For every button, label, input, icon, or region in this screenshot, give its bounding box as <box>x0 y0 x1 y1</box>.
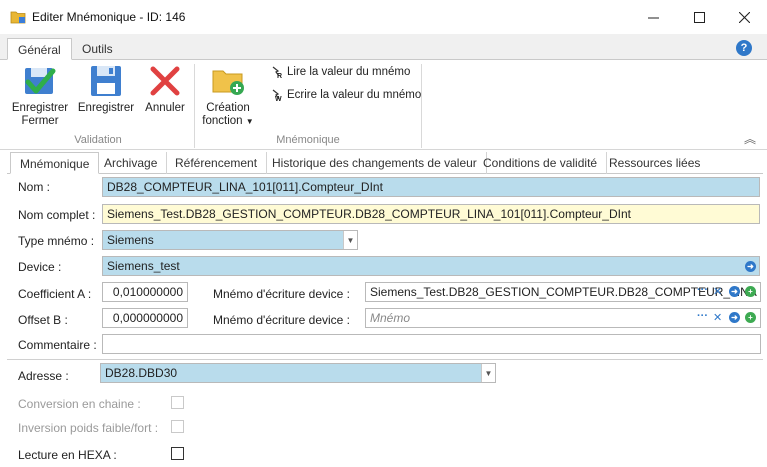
cancel-button[interactable]: Annuler <box>140 62 190 122</box>
save-close-label-2: Fermer <box>21 115 59 127</box>
help-icon[interactable]: ? <box>736 40 752 56</box>
cancel-label: Annuler <box>145 102 185 114</box>
offset-b-label: Offset B : <box>18 313 68 327</box>
goto-icon[interactable]: ➜ <box>729 286 740 297</box>
folder-icon <box>10 11 26 24</box>
save-label: Enregistrer <box>77 102 135 114</box>
read-icon: R <box>272 66 282 79</box>
device-label: Device : <box>18 260 62 274</box>
lecture-hexa-checkbox[interactable] <box>171 447 184 460</box>
maximize-button[interactable] <box>676 0 722 34</box>
read-value-label: Lire la valeur du mnémo <box>287 66 411 78</box>
detail-tab-bar: Mnémonique Archivage Référencement Histo… <box>7 152 763 174</box>
clear-icon[interactable]: ✕ <box>713 285 722 298</box>
chevron-down-icon[interactable]: ▼ <box>481 364 495 382</box>
tab-archivage[interactable]: Archivage <box>95 152 168 174</box>
minimize-button[interactable] <box>630 0 676 34</box>
mnemo-write-label-2: Mnémo d'écriture device : <box>213 313 351 327</box>
section-divider <box>7 359 763 360</box>
svg-text:R: R <box>277 73 282 79</box>
clear-icon[interactable]: ✕ <box>713 311 722 324</box>
inversion-checkbox[interactable] <box>171 420 184 433</box>
ellipsis-icon[interactable]: ··· <box>697 310 708 322</box>
ribbon-separator <box>194 64 195 148</box>
save-close-button[interactable]: Enregistrer Fermer <box>6 62 74 128</box>
tab-general[interactable]: Général <box>7 38 72 60</box>
tab-referencement[interactable]: Référencement <box>166 152 268 174</box>
offset-b-field[interactable]: 0,000000000 <box>102 308 188 328</box>
write-icon: W <box>272 89 282 102</box>
device-value: Siemens_test <box>107 259 180 273</box>
coefficient-a-field[interactable]: 0,010000000 <box>102 282 188 302</box>
create-function-label-1: Création <box>206 102 250 114</box>
read-value-button[interactable]: R Lire la valeur du mnémo <box>270 64 410 80</box>
tab-historique[interactable]: Historique des changements de valeur <box>263 152 487 174</box>
lecture-hexa-label: Lecture en HEXA : <box>18 448 117 462</box>
conversion-label: Conversion en chaine : <box>18 397 141 411</box>
title-bar: Editer Mnémonique - ID: 146 <box>0 0 767 34</box>
window-title: Editer Mnémonique - ID: 146 <box>32 10 186 24</box>
adresse-select[interactable]: DB28.DBD30 ▼ <box>100 363 496 383</box>
chevron-down-icon[interactable]: ▼ <box>343 231 357 249</box>
nom-complet-field[interactable]: Siemens_Test.DB28_GESTION_COMPTEUR.DB28_… <box>102 204 760 224</box>
write-value-label: Ecrire la valeur du mnémo <box>287 89 422 101</box>
tab-ressources[interactable]: Ressources liées <box>600 152 709 174</box>
save-icon <box>91 66 121 96</box>
write-value-button[interactable]: W Ecrire la valeur du mnémo <box>270 87 421 103</box>
ellipsis-icon[interactable]: ··· <box>697 284 708 296</box>
maximize-icon <box>693 11 705 23</box>
group-label-validation: Validation <box>74 134 122 146</box>
adresse-label: Adresse : <box>18 369 69 383</box>
dropdown-arrow-icon: ▼ <box>245 117 254 126</box>
commentaire-label: Commentaire : <box>18 338 97 352</box>
type-mnemo-value: Siemens <box>107 233 154 247</box>
ribbon-tab-bar: Général Outils ? <box>0 34 767 60</box>
cancel-x-icon <box>150 66 180 96</box>
folder-add-icon <box>212 70 244 95</box>
nom-field[interactable]: DB28_COMPTEUR_LINA_101[011].Compteur_DIn… <box>102 177 760 197</box>
add-icon[interactable]: + <box>745 286 756 297</box>
save-close-icon <box>25 68 56 94</box>
adresse-value: DB28.DBD30 <box>105 366 178 380</box>
collapse-ribbon-icon[interactable]: ︽ <box>744 130 756 147</box>
commentaire-field[interactable] <box>102 334 761 354</box>
goto-icon[interactable]: ➜ <box>729 312 740 323</box>
type-mnemo-select[interactable]: Siemens ▼ <box>102 230 358 250</box>
coefficient-a-label: Coefficient A : <box>18 287 92 301</box>
nom-label: Nom : <box>18 180 51 194</box>
group-label-mnemonique: Mnémonique <box>276 134 340 146</box>
inversion-label: Inversion poids faible/fort : <box>18 421 159 435</box>
goto-device-icon[interactable]: ➜ <box>745 261 756 272</box>
create-function-button[interactable]: Création fonction ▼ <box>198 62 258 128</box>
device-field[interactable]: Siemens_test ➜ <box>102 256 760 276</box>
mnemo-write-label-1: Mnémo d'écriture device : <box>213 287 351 301</box>
add-icon[interactable]: + <box>745 312 756 323</box>
tab-conditions[interactable]: Conditions de validité <box>474 152 608 174</box>
create-function-label-2: fonction ▼ <box>202 115 254 127</box>
save-button[interactable]: Enregistrer <box>76 62 136 122</box>
svg-text:W: W <box>275 96 282 102</box>
save-close-label-1: Enregistrer <box>11 102 69 114</box>
nom-complet-label: Nom complet : <box>18 208 96 222</box>
ribbon-panel: Enregistrer Fermer Enregistrer Annuler V… <box>0 60 767 150</box>
tab-mnemonique[interactable]: Mnémonique <box>10 152 100 174</box>
ribbon-separator <box>421 64 422 148</box>
mnemo-write-placeholder-2: Mnémo <box>370 311 411 325</box>
close-icon <box>738 11 750 23</box>
type-mnemo-label: Type mnémo : <box>18 234 95 248</box>
tab-outils[interactable]: Outils <box>72 38 123 60</box>
conversion-checkbox[interactable] <box>171 396 184 409</box>
minimize-icon <box>647 17 659 18</box>
close-button[interactable] <box>721 0 767 34</box>
